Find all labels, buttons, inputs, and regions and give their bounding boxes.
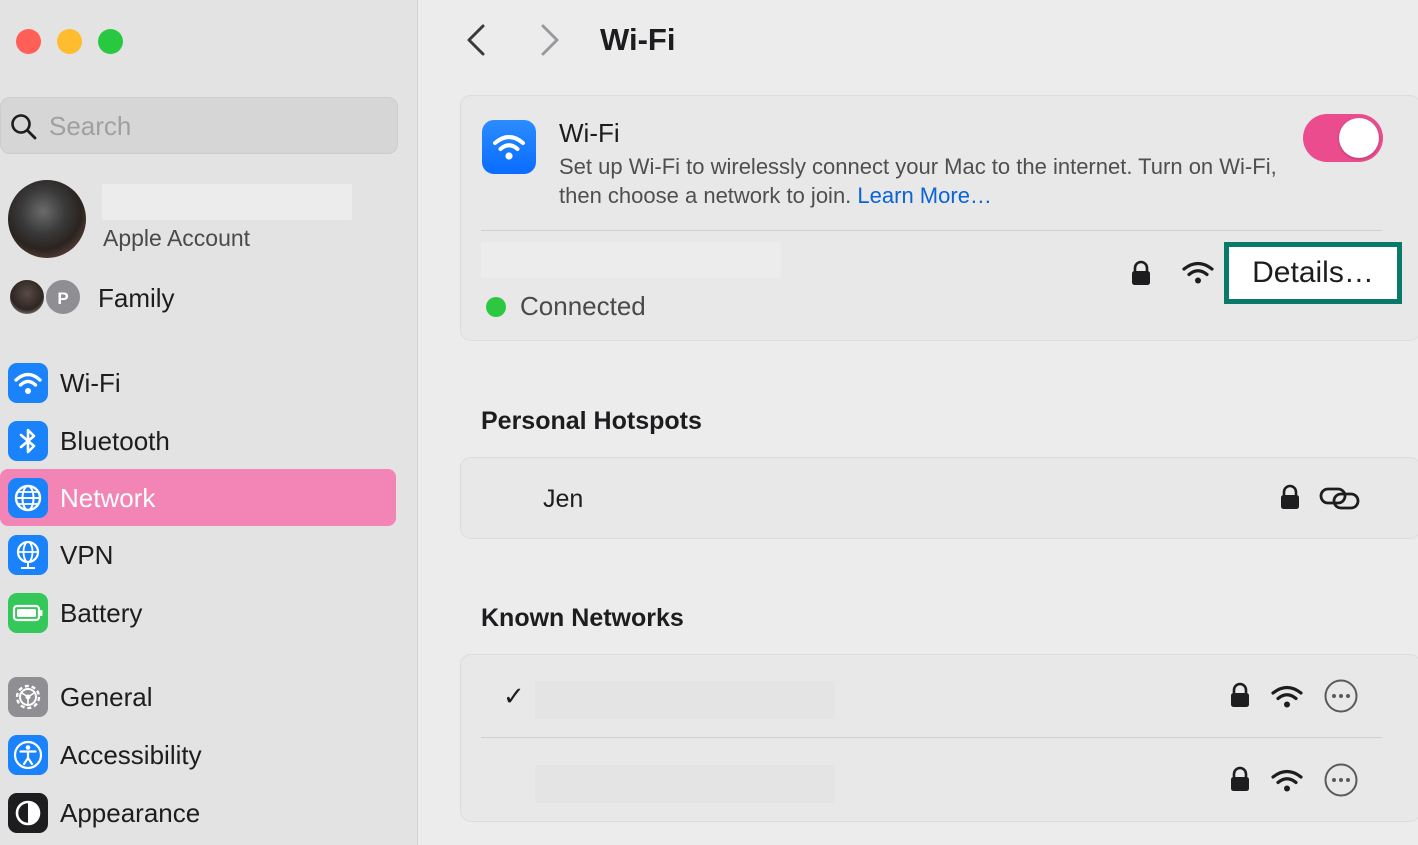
lock-icon [1132, 260, 1150, 285]
globe-icon [8, 478, 48, 518]
lock-icon [1281, 484, 1299, 509]
sidebar-item-vpn[interactable]: VPN [0, 526, 396, 583]
search-input[interactable] [49, 106, 379, 146]
account-label: Apple Account [103, 225, 251, 251]
sidebar-item-appearance[interactable]: Appearance [0, 784, 396, 841]
connection-status: Connected [520, 291, 646, 321]
sidebar-item-wifi[interactable]: Wi-Fi [0, 354, 396, 411]
more-options-icon[interactable] [1323, 762, 1359, 798]
search-field[interactable] [0, 97, 398, 154]
sidebar-item-label: Network [60, 483, 156, 513]
account-name-redacted [102, 184, 352, 220]
sidebar-item-family[interactable]: P Family [8, 277, 398, 319]
wifi-card: Wi-Fi Set up Wi-Fi to wirelessly connect… [460, 95, 1418, 341]
gear-icon [8, 677, 48, 717]
sidebar-item-label: VPN [60, 540, 114, 570]
checkmark-icon: ✓ [503, 681, 525, 711]
network-name-redacted [535, 765, 835, 803]
zoom-window-button[interactable] [98, 29, 123, 54]
lock-icon [1231, 766, 1249, 791]
known-networks-heading: Known Networks [481, 604, 684, 632]
minimize-window-button[interactable] [57, 29, 82, 54]
known-networks-list: ✓ [460, 654, 1418, 822]
wifi-icon [8, 363, 48, 403]
close-window-button[interactable] [16, 29, 41, 54]
sidebar-item-general[interactable]: General [0, 668, 396, 725]
sidebar-item-accessibility[interactable]: Accessibility [0, 726, 396, 783]
search-icon [11, 114, 37, 140]
lock-icon [1231, 682, 1249, 707]
avatar [8, 180, 86, 258]
sidebar-item-battery[interactable]: Battery [0, 584, 396, 641]
accessibility-icon [8, 735, 48, 775]
known-network-row[interactable]: ✓ [461, 655, 1418, 737]
divider [481, 230, 1382, 231]
divider [481, 737, 1382, 738]
forward-chevron-icon[interactable] [535, 20, 565, 60]
sidebar-item-label: Bluetooth [60, 426, 170, 456]
known-network-row[interactable] [461, 739, 1418, 821]
sidebar-item-bluetooth[interactable]: Bluetooth [0, 412, 396, 469]
back-chevron-icon[interactable] [461, 20, 491, 60]
more-options-icon[interactable] [1323, 678, 1359, 714]
learn-more-link[interactable]: Learn More… [857, 183, 992, 208]
toggle-knob [1339, 118, 1379, 158]
main-content: Wi-Fi Wi-Fi Set up Wi-Fi to wirelessly c… [419, 0, 1418, 845]
hotspot-name: Jen [543, 485, 584, 513]
wifi-signal-icon [1271, 769, 1303, 792]
wifi-signal-icon [1182, 261, 1214, 284]
sidebar-item-label: Accessibility [60, 740, 202, 770]
wifi-card-title: Wi-Fi [559, 118, 620, 148]
personal-hotspots-heading: Personal Hotspots [481, 407, 702, 435]
sidebar: Apple Account P Family Wi-Fi Bluetooth [0, 0, 418, 845]
family-avatar-initial: P [44, 278, 82, 316]
hotspot-row[interactable]: Jen [460, 457, 1418, 539]
sidebar-item-label: General [60, 682, 153, 712]
family-label: Family [98, 283, 175, 313]
network-name-redacted [535, 681, 835, 719]
sidebar-item-network[interactable]: Network [0, 469, 396, 526]
sidebar-item-label: Wi-Fi [60, 368, 121, 398]
wifi-signal-icon [1271, 685, 1303, 708]
vpn-globe-icon [8, 535, 48, 575]
connected-status-dot [486, 297, 506, 317]
sidebar-item-label: Battery [60, 598, 143, 628]
battery-icon [8, 593, 48, 633]
wifi-app-icon [482, 120, 536, 174]
apple-account-item[interactable]: Apple Account [8, 180, 398, 260]
bluetooth-icon [8, 421, 48, 461]
link-icon [1319, 487, 1360, 510]
network-name-redacted [481, 242, 781, 278]
sidebar-item-label: Appearance [60, 798, 201, 828]
wifi-toggle[interactable] [1303, 114, 1383, 162]
appearance-icon [8, 793, 48, 833]
page-title: Wi-Fi [600, 22, 676, 57]
family-avatar [8, 278, 46, 316]
wifi-description: Set up Wi-Fi to wirelessly connect your … [559, 152, 1279, 210]
details-button[interactable]: Details… [1224, 242, 1402, 304]
